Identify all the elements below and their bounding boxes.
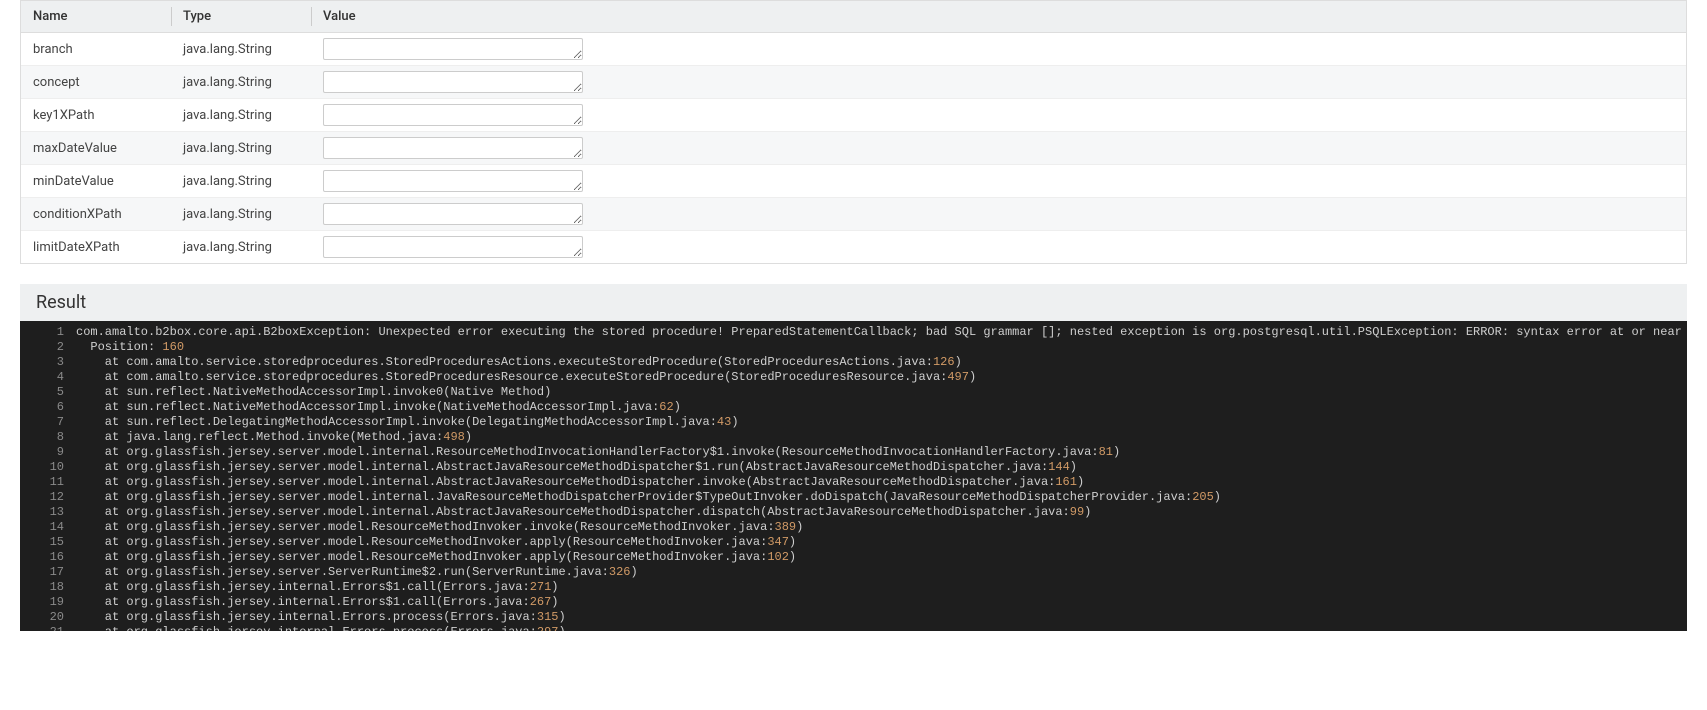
parameters-table: Name Type Value branchjava.lang.Stringco… [21, 1, 1686, 263]
col-header-value: Value [311, 1, 1686, 33]
param-name: conditionXPath [21, 198, 171, 231]
table-row: branchjava.lang.String [21, 33, 1686, 66]
param-name: concept [21, 66, 171, 99]
param-name: limitDateXPath [21, 231, 171, 264]
stacktrace-line: at com.amalto.service.storedprocedures.S… [20, 355, 1687, 370]
result-section-title: Result [20, 284, 1687, 321]
col-header-type: Type [171, 1, 311, 33]
stacktrace-line: Position: 160 [20, 340, 1687, 355]
table-row: limitDateXPathjava.lang.String [21, 231, 1686, 264]
stacktrace-line: at org.glassfish.jersey.server.model.int… [20, 505, 1687, 520]
stacktrace-line: at com.amalto.service.storedprocedures.S… [20, 370, 1687, 385]
table-header-row: Name Type Value [21, 1, 1686, 33]
param-value-input[interactable] [323, 170, 583, 192]
table-row: maxDateValuejava.lang.String [21, 132, 1686, 165]
stacktrace-line: at sun.reflect.NativeMethodAccessorImpl.… [20, 400, 1687, 415]
parameters-panel: Name Type Value branchjava.lang.Stringco… [20, 0, 1687, 264]
result-code-panel[interactable]: com.amalto.b2box.core.api.B2boxException… [20, 321, 1687, 631]
stacktrace-line: com.amalto.b2box.core.api.B2boxException… [20, 325, 1687, 340]
param-name: key1XPath [21, 99, 171, 132]
param-type: java.lang.String [171, 198, 311, 231]
table-row: conceptjava.lang.String [21, 66, 1686, 99]
table-row: minDateValuejava.lang.String [21, 165, 1686, 198]
stacktrace-line: at org.glassfish.jersey.internal.Errors.… [20, 610, 1687, 625]
param-type: java.lang.String [171, 33, 311, 66]
param-value-cell [311, 99, 1686, 132]
param-type: java.lang.String [171, 66, 311, 99]
param-name: maxDateValue [21, 132, 171, 165]
stacktrace-line: at org.glassfish.jersey.server.model.Res… [20, 550, 1687, 565]
stacktrace-line: at org.glassfish.jersey.server.ServerRun… [20, 565, 1687, 580]
param-value-input[interactable] [323, 104, 583, 126]
stacktrace-line: at sun.reflect.NativeMethodAccessorImpl.… [20, 385, 1687, 400]
param-value-input[interactable] [323, 38, 583, 60]
param-name: branch [21, 33, 171, 66]
param-value-cell [311, 198, 1686, 231]
stacktrace-line: at org.glassfish.jersey.server.model.Res… [20, 535, 1687, 550]
param-type: java.lang.String [171, 99, 311, 132]
stacktrace-line: at java.lang.reflect.Method.invoke(Metho… [20, 430, 1687, 445]
param-value-input[interactable] [323, 71, 583, 93]
param-value-cell [311, 231, 1686, 264]
stacktrace-line: at org.glassfish.jersey.server.model.int… [20, 490, 1687, 505]
param-value-cell [311, 66, 1686, 99]
stacktrace-line: at org.glassfish.jersey.internal.Errors$… [20, 595, 1687, 610]
param-value-input[interactable] [323, 137, 583, 159]
param-value-cell [311, 165, 1686, 198]
stacktrace-line: at org.glassfish.jersey.server.model.int… [20, 475, 1687, 490]
stacktrace-line: at sun.reflect.DelegatingMethodAccessorI… [20, 415, 1687, 430]
param-value-input[interactable] [323, 203, 583, 225]
param-type: java.lang.String [171, 231, 311, 264]
stacktrace-line: at org.glassfish.jersey.server.model.int… [20, 445, 1687, 460]
param-name: minDateValue [21, 165, 171, 198]
stacktrace-line: at org.glassfish.jersey.internal.Errors.… [20, 625, 1687, 631]
table-row: conditionXPathjava.lang.String [21, 198, 1686, 231]
param-type: java.lang.String [171, 132, 311, 165]
param-value-input[interactable] [323, 236, 583, 258]
table-row: key1XPathjava.lang.String [21, 99, 1686, 132]
stacktrace-line: at org.glassfish.jersey.internal.Errors$… [20, 580, 1687, 595]
param-type: java.lang.String [171, 165, 311, 198]
stacktrace-line: at org.glassfish.jersey.server.model.int… [20, 460, 1687, 475]
stacktrace-line: at org.glassfish.jersey.server.model.Res… [20, 520, 1687, 535]
param-value-cell [311, 132, 1686, 165]
param-value-cell [311, 33, 1686, 66]
col-header-name: Name [21, 1, 171, 33]
